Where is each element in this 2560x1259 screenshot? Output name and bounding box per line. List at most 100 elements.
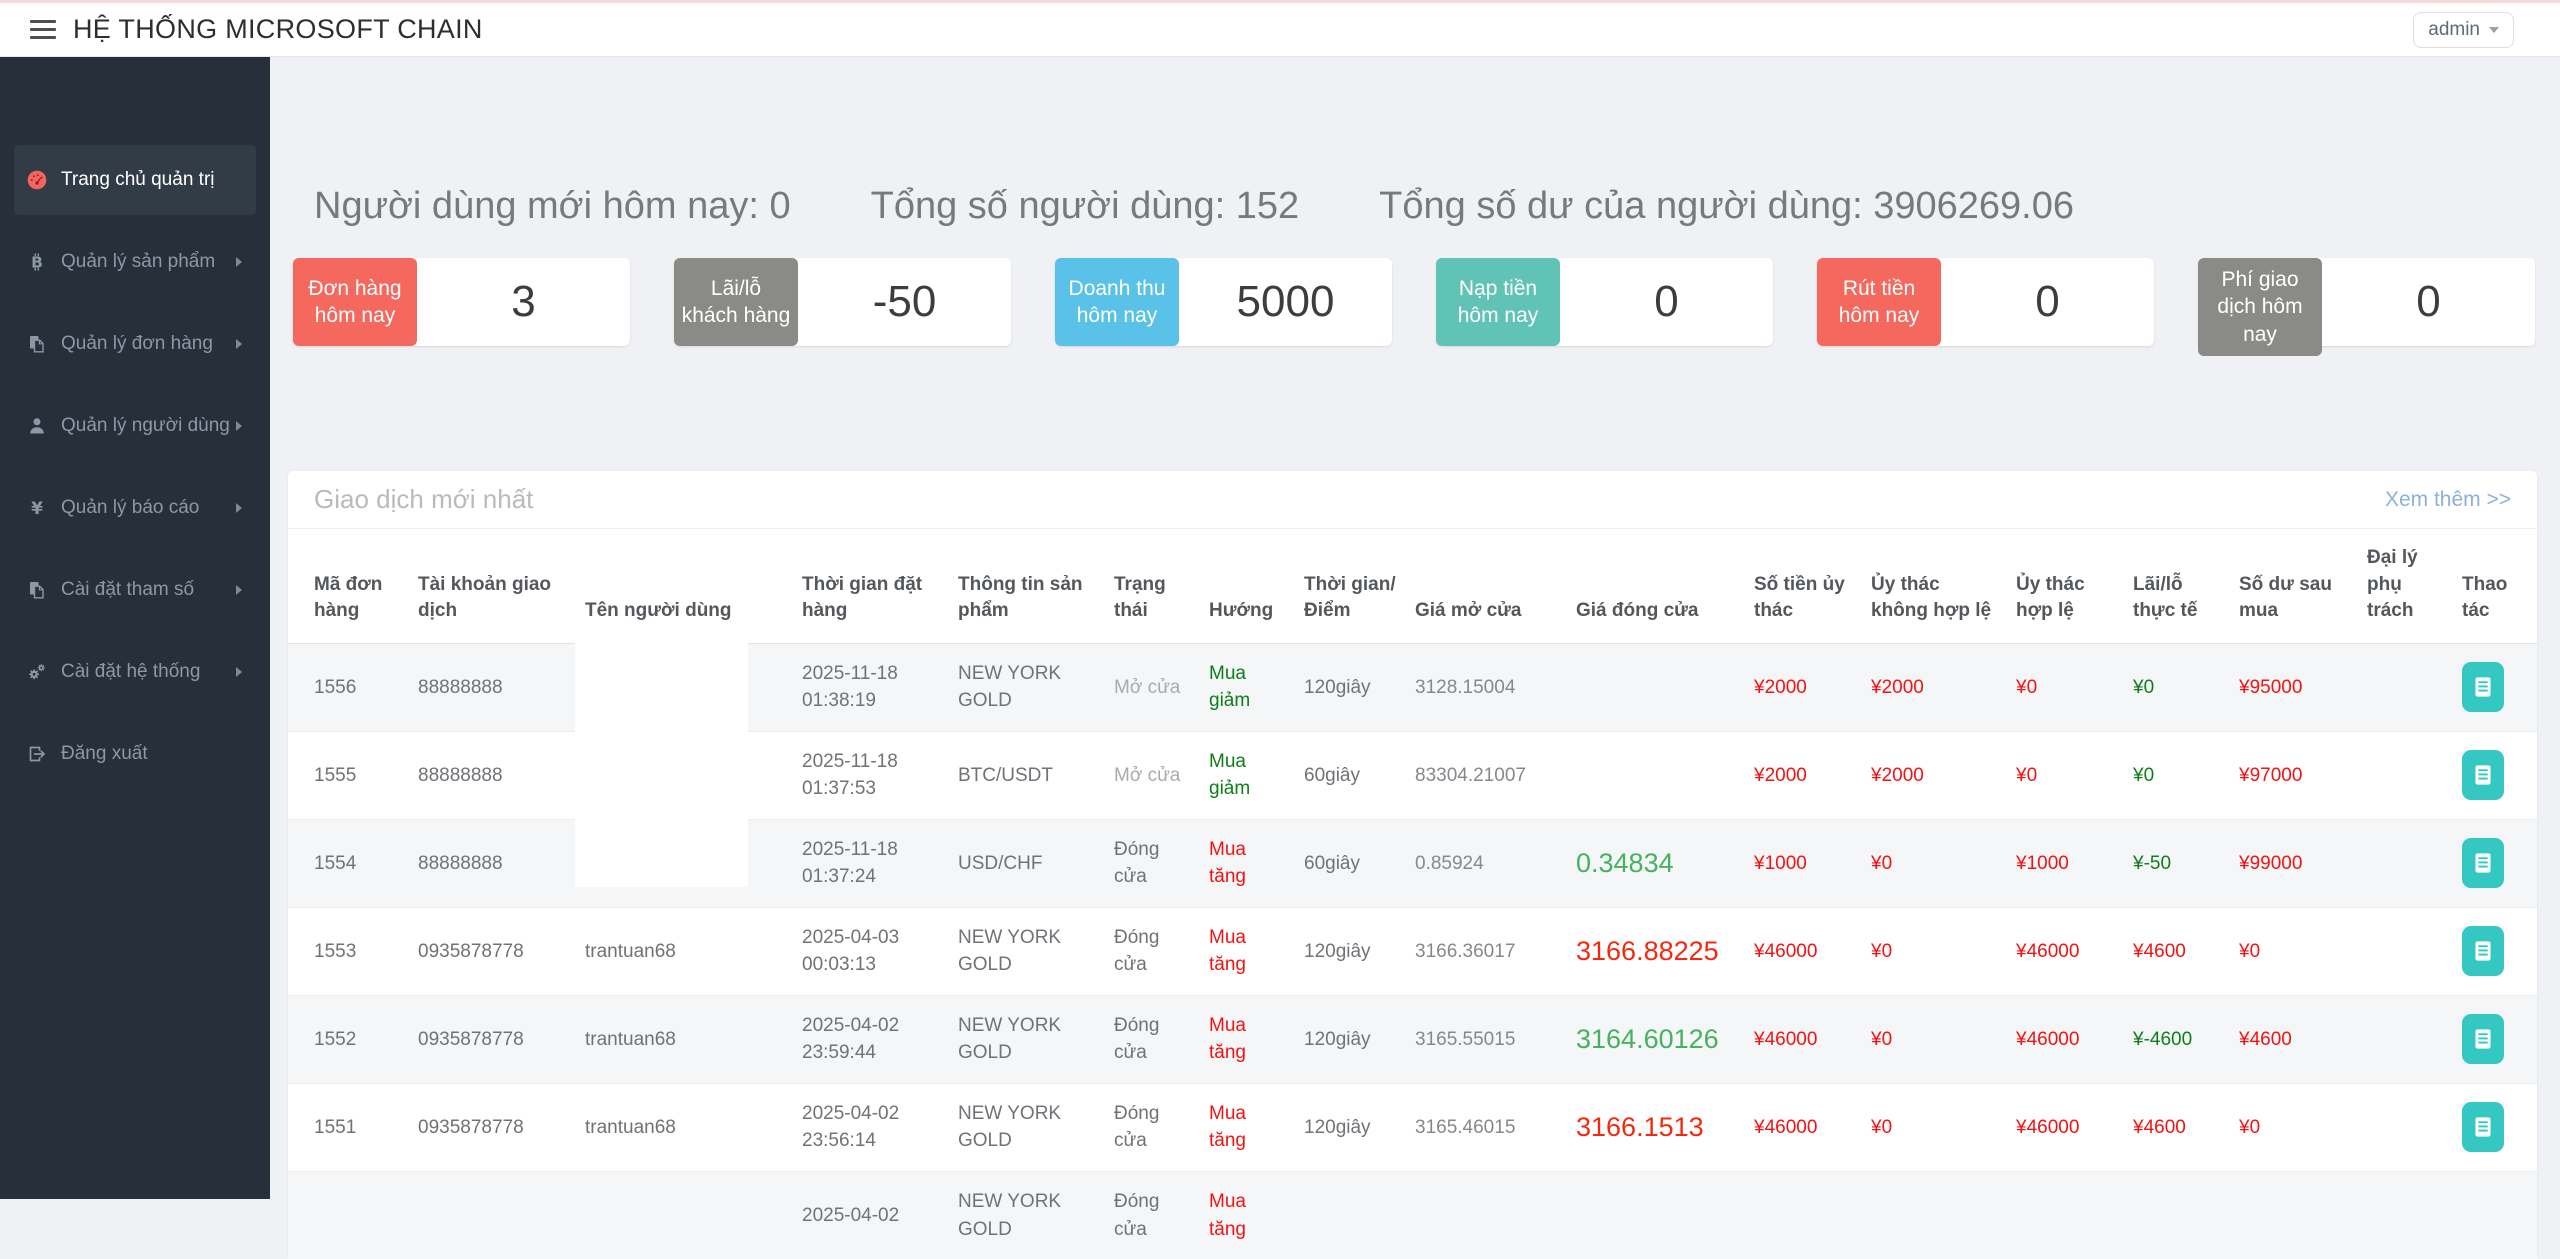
action-cell xyxy=(2454,643,2537,731)
amt-cell: ¥2000 xyxy=(1746,731,1863,819)
view-order-button[interactable] xyxy=(2462,662,2504,712)
table-row: 2025-04-02NEW YORK GOLDĐóng cửaMua tăng xyxy=(288,1171,2537,1259)
sidebar-item-yen[interactable]: ¥Quản lý báo cáo xyxy=(14,473,256,543)
dur-cell: 60giây xyxy=(1296,731,1407,819)
col-id: Mã đơn hàng xyxy=(288,529,410,643)
sidebar-item-logout[interactable]: Đăng xuất xyxy=(14,719,256,789)
agent-cell xyxy=(2359,643,2454,731)
time-cell: 2025-11-1801:38:19 xyxy=(794,643,950,731)
sidebar-item-dashboard[interactable]: Trang chủ quản trị xyxy=(14,145,256,215)
user-cell: trantuan68 xyxy=(577,1083,794,1171)
stat-card: Doanh thu hôm nay5000 xyxy=(1055,258,1392,346)
sidebar-item-params[interactable]: Cài đặt tham số xyxy=(14,555,256,625)
close-cell xyxy=(1568,731,1746,819)
time-cell: 2025-04-0223:56:14 xyxy=(794,1083,950,1171)
stat-card-label: Đơn hàng hôm nay xyxy=(293,258,417,346)
pnl-cell: ¥-4600 xyxy=(2125,995,2231,1083)
action-cell xyxy=(2454,995,2537,1083)
view-order-button[interactable] xyxy=(2462,926,2504,976)
view-order-button[interactable] xyxy=(2462,750,2504,800)
user-cell: trantuan68 xyxy=(577,995,794,1083)
dir-cell: Mua tăng xyxy=(1201,907,1296,995)
status-cell: Đóng cửa xyxy=(1106,995,1201,1083)
action-cell xyxy=(2454,1171,2537,1259)
dashboard-icon xyxy=(26,169,48,191)
agent-cell xyxy=(2359,995,2454,1083)
user-icon xyxy=(26,415,48,437)
inv-cell: ¥2000 xyxy=(1863,731,2008,819)
col-product: Thông tin sản phẩm xyxy=(950,529,1106,643)
col-val: Ủy thác hợp lệ xyxy=(2008,529,2125,643)
svg-text:¥: ¥ xyxy=(31,499,43,518)
chevron-right-icon xyxy=(236,667,242,677)
bal-cell: ¥4600 xyxy=(2231,995,2359,1083)
sidebar-item-orders[interactable]: Quản lý đơn hàng xyxy=(14,309,256,379)
main-content: Người dùng mới hôm nay: 0Tổng số người d… xyxy=(270,57,2560,1199)
status-cell: Đóng cửa xyxy=(1106,907,1201,995)
dur-cell xyxy=(1296,1171,1407,1259)
view-more-link[interactable]: Xem thêm >> xyxy=(2385,488,2511,512)
logout-icon xyxy=(26,743,48,765)
stat-card-label: Nạp tiền hôm nay xyxy=(1436,258,1560,346)
transactions-table: Mã đơn hàngTài khoản giao dịchTên người … xyxy=(288,529,2537,1259)
amt-cell: ¥46000 xyxy=(1746,1083,1863,1171)
col-time: Thời gian đặt hàng xyxy=(794,529,950,643)
sidebar-item-user[interactable]: Quản lý người dùng xyxy=(14,391,256,461)
stat-card-value: 0 xyxy=(1941,258,2154,346)
id-cell xyxy=(288,1171,410,1259)
product-cell: NEW YORK GOLD xyxy=(950,643,1106,731)
agent-cell xyxy=(2359,1171,2454,1259)
inv-cell: ¥2000 xyxy=(1863,643,2008,731)
gears-icon xyxy=(26,661,48,683)
view-order-button[interactable] xyxy=(2462,1102,2504,1152)
table-row: 15530935878778trantuan682025-04-0300:03:… xyxy=(288,907,2537,995)
chevron-down-icon xyxy=(2489,27,2499,33)
product-cell: BTC/USDT xyxy=(950,731,1106,819)
pnl-cell: ¥0 xyxy=(2125,731,2231,819)
dir-cell: Mua tăng xyxy=(1201,995,1296,1083)
user-menu-button[interactable]: admin xyxy=(2413,12,2514,48)
status-cell: Đóng cửa xyxy=(1106,1171,1201,1259)
sidebar-item-bitcoin[interactable]: B Quản lý sản phẩm xyxy=(14,227,256,297)
topbar: HỆ THỐNG MICROSOFT CHAIN admin xyxy=(0,3,2560,57)
sidebar-item-label: Quản lý sản phẩm xyxy=(61,251,236,273)
col-account: Tài khoản giao dịch xyxy=(410,529,577,643)
bal-cell: ¥97000 xyxy=(2231,731,2359,819)
table-row: 15510935878778trantuan682025-04-0223:56:… xyxy=(288,1083,2537,1171)
stat-card: Rút tiền hôm nay0 xyxy=(1817,258,2154,346)
svg-text:B: B xyxy=(31,254,43,272)
id-cell: 1553 xyxy=(288,907,410,995)
view-order-button[interactable] xyxy=(2462,838,2504,888)
chevron-right-icon xyxy=(236,257,242,267)
view-order-button[interactable] xyxy=(2462,1014,2504,1064)
account-cell: 0935878778 xyxy=(410,995,577,1083)
col-dir: Hướng xyxy=(1201,529,1296,643)
account-cell: 0935878778 xyxy=(410,907,577,995)
sidebar-item-label: Trang chủ quản trị xyxy=(61,169,244,191)
open-cell xyxy=(1407,1171,1568,1259)
latest-transactions-panel: Giao dịch mới nhất Xem thêm >> Mã đơn hà… xyxy=(288,471,2537,1259)
chevron-right-icon xyxy=(236,585,242,595)
val-cell: ¥46000 xyxy=(2008,907,2125,995)
val-cell: ¥46000 xyxy=(2008,1083,2125,1171)
pnl-cell: ¥4600 xyxy=(2125,907,2231,995)
agent-cell xyxy=(2359,731,2454,819)
agent-cell xyxy=(2359,1083,2454,1171)
stat-card: Lãi/lỗ khách hàng-50 xyxy=(674,258,1011,346)
menu-toggle-icon[interactable] xyxy=(30,20,56,40)
dur-cell: 120giây xyxy=(1296,907,1407,995)
headline-stats: Người dùng mới hôm nay: 0Tổng số người d… xyxy=(314,185,2537,228)
params-icon xyxy=(26,579,48,601)
status-cell: Mở cửa xyxy=(1106,643,1201,731)
pnl-cell: ¥-50 xyxy=(2125,819,2231,907)
sidebar-item-gears[interactable]: Cài đặt hệ thống xyxy=(14,637,256,707)
chevron-right-icon xyxy=(236,503,242,513)
chevron-right-icon xyxy=(236,421,242,431)
product-cell: NEW YORK GOLD xyxy=(950,1083,1106,1171)
headline-stat: Người dùng mới hôm nay: 0 xyxy=(314,185,791,228)
open-cell: 3166.36017 xyxy=(1407,907,1568,995)
dur-cell: 120giây xyxy=(1296,643,1407,731)
close-cell: 3166.88225 xyxy=(1568,907,1746,995)
id-cell: 1552 xyxy=(288,995,410,1083)
user-name: admin xyxy=(2428,19,2480,41)
